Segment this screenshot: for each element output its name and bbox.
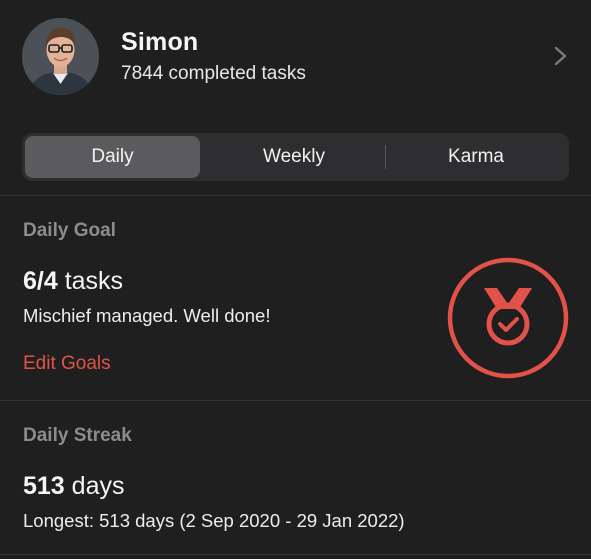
divider xyxy=(0,400,591,401)
divider xyxy=(0,195,591,196)
daily-streak-unit: days xyxy=(64,472,125,500)
daily-goal-value: 6/4 tasks xyxy=(23,267,123,296)
chevron-right-icon[interactable] xyxy=(551,44,571,68)
daily-streak-value: 513 days xyxy=(23,472,124,501)
tab-weekly[interactable]: Weekly xyxy=(203,136,385,178)
longest-streak-text: Longest: 513 days (2 Sep 2020 - 29 Jan 2… xyxy=(23,510,405,531)
daily-goal-unit: tasks xyxy=(57,267,124,295)
profile-name: Simon xyxy=(121,28,199,56)
productivity-screen: Simon 7844 completed tasks Daily Weekly … xyxy=(0,0,591,559)
profile-row[interactable]: Simon 7844 completed tasks xyxy=(0,0,591,112)
tab-daily[interactable]: Daily xyxy=(25,136,200,178)
completed-tasks-count: 7844 completed tasks xyxy=(121,63,306,84)
divider xyxy=(0,554,591,555)
medal-check-icon xyxy=(447,257,569,379)
period-segmented-control: Daily Weekly Karma xyxy=(22,133,569,181)
daily-streak-title: Daily Streak xyxy=(23,425,132,446)
tab-karma[interactable]: Karma xyxy=(386,136,566,178)
daily-goal-message: Mischief managed. Well done! xyxy=(23,305,271,326)
daily-goal-count: 6/4 xyxy=(23,267,58,295)
edit-goals-link[interactable]: Edit Goals xyxy=(23,353,111,375)
daily-streak-count: 513 xyxy=(23,472,65,500)
daily-goal-title: Daily Goal xyxy=(23,220,116,241)
avatar xyxy=(22,18,99,95)
